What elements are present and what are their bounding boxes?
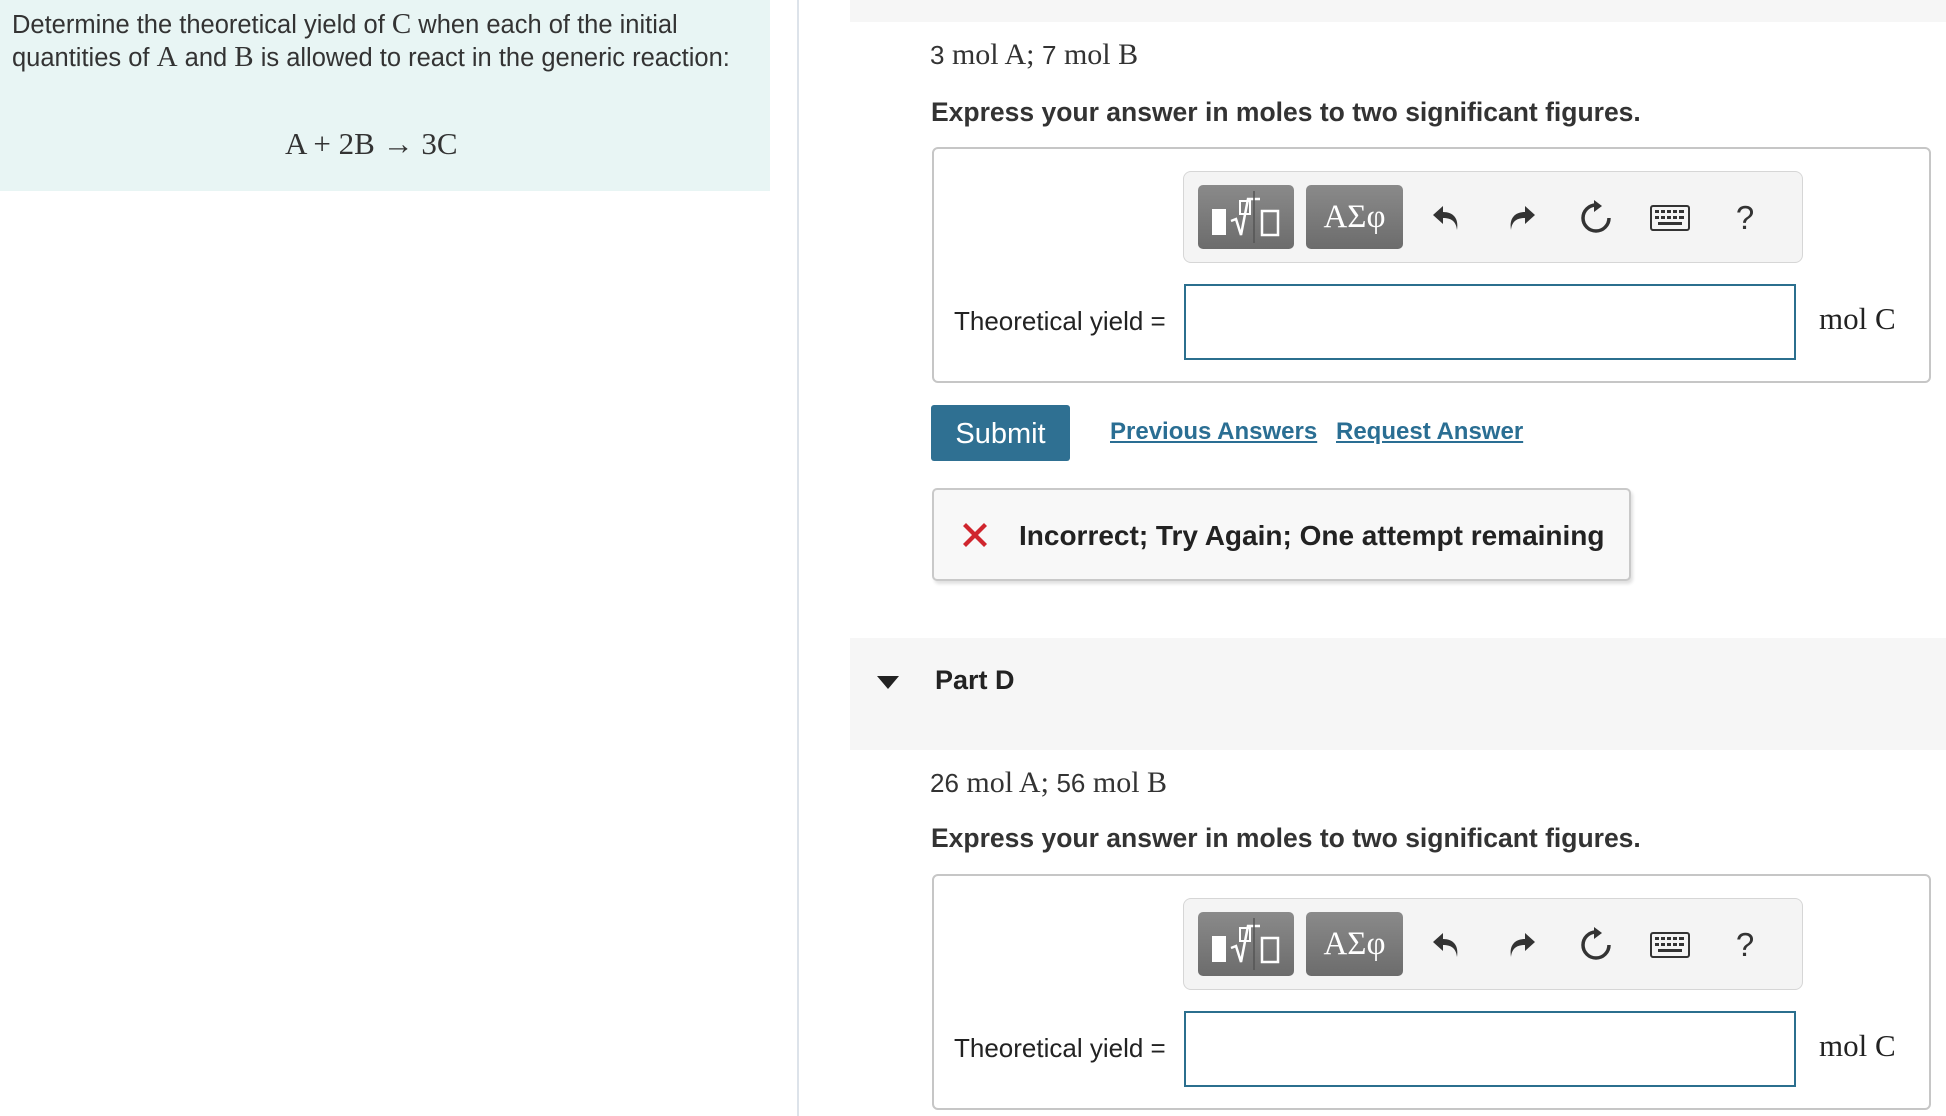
greek-symbols-button[interactable]: ΑΣφ [1306, 185, 1403, 249]
part-d-title: Part D [935, 665, 1015, 695]
part-c-answer-box: ΑΣφ ? Theoretical yield = mol C [932, 147, 1931, 383]
greek-symbols-button[interactable]: ΑΣφ [1306, 912, 1403, 976]
part-c-header-band [850, 0, 1946, 22]
keyboard-icon[interactable] [1650, 923, 1690, 967]
help-button[interactable]: ? [1725, 923, 1765, 967]
part-d-given: 26 mol A; 56 mol B [930, 766, 1168, 799]
submit-button[interactable]: Submit [931, 405, 1070, 461]
theoretical-yield-input[interactable] [1184, 1011, 1796, 1087]
reset-icon[interactable] [1576, 923, 1616, 967]
theoretical-yield-label: Theoretical yield = [954, 1033, 1166, 1063]
request-answer-link[interactable]: Request Answer [1336, 418, 1523, 446]
math-toolbar: ΑΣφ ? [1183, 898, 1803, 990]
help-button[interactable]: ? [1725, 196, 1765, 240]
part-d-instruction: Express your answer in moles to two sign… [931, 823, 1641, 853]
error-x-icon [963, 523, 987, 547]
templates-button[interactable] [1198, 912, 1294, 976]
unit-label: mol C [1819, 301, 1896, 336]
theoretical-yield-label: Theoretical yield = [954, 306, 1166, 336]
redo-icon[interactable] [1501, 923, 1541, 967]
collapse-arrow-icon[interactable] [877, 676, 899, 689]
previous-answers-link[interactable]: Previous Answers [1110, 418, 1317, 446]
feedback-text: Incorrect; Try Again; One attempt remain… [1019, 520, 1605, 551]
keyboard-icon[interactable] [1650, 196, 1690, 240]
part-c-instruction: Express your answer in moles to two sign… [931, 97, 1641, 127]
feedback-message: Incorrect; Try Again; One attempt remain… [932, 488, 1631, 581]
math-toolbar: ΑΣφ ? [1183, 171, 1803, 263]
part-d-answer-box: ΑΣφ ? Theoretical yield = mol C [932, 874, 1931, 1110]
theoretical-yield-input[interactable] [1184, 284, 1796, 360]
problem-panel: Determine the theoretical yield of C whe… [0, 0, 770, 191]
reaction-equation: A + 2B → 3C [285, 126, 458, 161]
redo-icon[interactable] [1501, 196, 1541, 240]
part-c-given: 3 mol A; 7 mol B [930, 38, 1139, 71]
undo-icon[interactable] [1427, 923, 1467, 967]
templates-button[interactable] [1198, 185, 1294, 249]
reset-icon[interactable] [1576, 196, 1616, 240]
templates-icon [1212, 191, 1280, 243]
templates-icon [1212, 918, 1280, 970]
undo-icon[interactable] [1427, 196, 1467, 240]
problem-intro: Determine the theoretical yield of C whe… [12, 8, 730, 73]
unit-label: mol C [1819, 1028, 1896, 1063]
panel-divider [797, 0, 799, 1116]
